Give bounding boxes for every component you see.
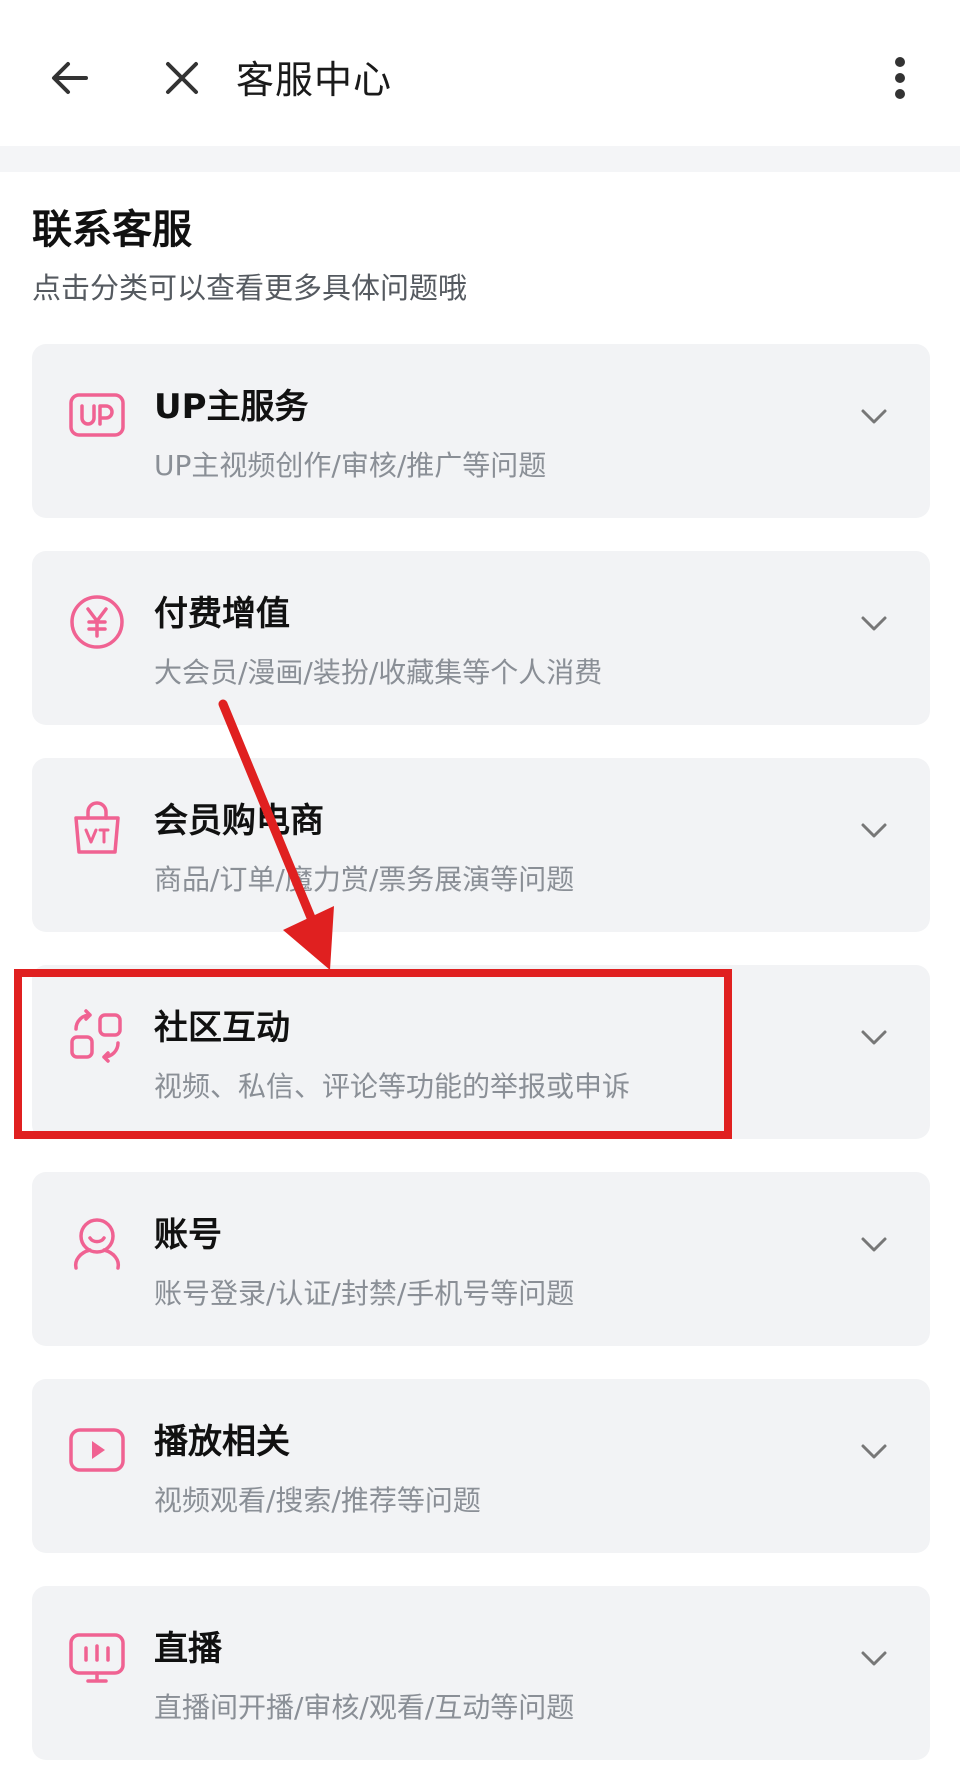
chevron-down-icon bbox=[861, 616, 887, 631]
back-button[interactable] bbox=[36, 44, 104, 112]
more-vertical-icon bbox=[895, 57, 905, 99]
category-account[interactable]: 账号 账号登录/认证/封禁/手机号等问题 bbox=[32, 1172, 930, 1346]
customer-service-page: 客服中心 联系客服 点击分类可以查看更多具体问题哦 UP主服务 UP主视频创作/… bbox=[0, 0, 960, 1790]
play-icon bbox=[66, 1419, 128, 1481]
close-button[interactable] bbox=[148, 44, 216, 112]
category-label: UP主服务 bbox=[154, 387, 309, 427]
category-community[interactable]: 社区互动 视频、私信、评论等功能的举报或申诉 bbox=[32, 965, 930, 1139]
chevron-down-icon bbox=[861, 1444, 887, 1459]
chevron-down-icon bbox=[861, 1237, 887, 1252]
chevron-down-icon bbox=[861, 1030, 887, 1045]
category-playback[interactable]: 播放相关 视频观看/搜索/推荐等问题 bbox=[32, 1379, 930, 1553]
section-subtitle: 点击分类可以查看更多具体问题哦 bbox=[32, 271, 468, 305]
category-label: 付费增值 bbox=[154, 594, 290, 634]
category-label: 社区互动 bbox=[154, 1008, 290, 1048]
chevron-down-icon bbox=[861, 823, 887, 838]
category-label: 直播 bbox=[154, 1629, 222, 1669]
arrow-left-icon bbox=[52, 62, 88, 94]
community-icon bbox=[66, 1005, 128, 1067]
up-badge-icon bbox=[66, 384, 128, 446]
category-up-service[interactable]: UP主服务 UP主视频创作/审核/推广等问题 bbox=[32, 344, 930, 518]
top-bar: 客服中心 bbox=[0, 0, 960, 146]
user-icon bbox=[66, 1212, 128, 1274]
page-title: 客服中心 bbox=[236, 58, 393, 102]
category-paid-services[interactable]: 付费增值 大会员/漫画/装扮/收藏集等个人消费 bbox=[32, 551, 930, 725]
category-desc: UP主视频创作/审核/推广等问题 bbox=[154, 449, 547, 482]
category-desc: 商品/订单/魔力赏/票务展演等问题 bbox=[154, 863, 575, 896]
category-label: 播放相关 bbox=[154, 1422, 290, 1462]
category-label: 会员购电商 bbox=[154, 801, 324, 841]
category-desc: 直播间开播/审核/观看/互动等问题 bbox=[154, 1691, 575, 1724]
category-member-shop[interactable]: 会员购电商 商品/订单/魔力赏/票务展演等问题 bbox=[32, 758, 930, 932]
category-label: 账号 bbox=[154, 1215, 222, 1255]
live-tv-icon bbox=[66, 1626, 128, 1688]
category-live[interactable]: 直播 直播间开播/审核/观看/互动等问题 bbox=[32, 1586, 930, 1760]
close-icon bbox=[166, 62, 198, 94]
chevron-down-icon bbox=[861, 409, 887, 424]
category-desc: 账号登录/认证/封禁/手机号等问题 bbox=[154, 1277, 575, 1310]
header-divider bbox=[0, 146, 960, 172]
shopping-bag-icon bbox=[66, 798, 128, 860]
section-title: 联系客服 bbox=[32, 207, 192, 253]
yen-icon bbox=[66, 591, 128, 653]
chevron-down-icon bbox=[861, 1651, 887, 1666]
category-list: UP主服务 UP主视频创作/审核/推广等问题 付费增值 大会员/漫画/装扮/收藏… bbox=[32, 344, 930, 1790]
category-desc: 视频、私信、评论等功能的举报或申诉 bbox=[154, 1070, 631, 1103]
category-desc: 视频观看/搜索/推荐等问题 bbox=[154, 1484, 481, 1517]
category-desc: 大会员/漫画/装扮/收藏集等个人消费 bbox=[154, 656, 603, 689]
more-button[interactable] bbox=[870, 44, 930, 112]
